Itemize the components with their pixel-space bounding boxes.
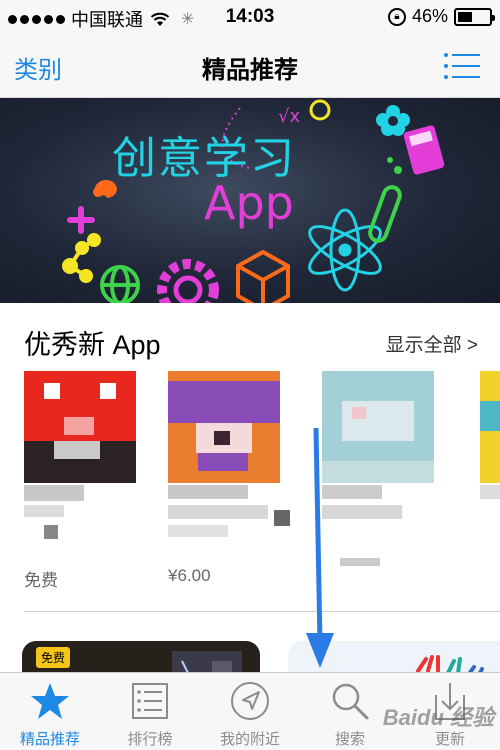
app-icon[interactable]	[480, 371, 500, 483]
categories-button[interactable]: 类别	[14, 50, 62, 85]
navigation-bar: 类别 精品推荐	[0, 34, 500, 98]
tab-label: 排行榜	[127, 731, 173, 748]
rotation-lock-icon: 🔒︎	[387, 7, 406, 26]
app-icon[interactable]	[24, 371, 136, 483]
tab-top-charts[interactable]: 排行榜	[100, 673, 200, 750]
battery-percent: 46%	[411, 6, 448, 26]
list-menu-icon[interactable]	[444, 52, 480, 80]
battery-icon	[454, 7, 495, 26]
star-icon	[31, 683, 69, 719]
tab-label: 精品推荐	[19, 731, 80, 748]
app-icon[interactable]	[168, 371, 280, 483]
app-price: ¥6.00	[168, 566, 211, 585]
scroll-down-arrow-annotation	[306, 428, 334, 668]
status-bar: 中国联通 ✳ 14:03 🔒︎ 46%	[0, 0, 500, 34]
location-arrow-icon	[231, 682, 269, 720]
see-all-link[interactable]: 显示全部 >	[386, 330, 478, 357]
banner-subtitle: App	[204, 176, 294, 230]
page-title: 精品推荐	[202, 57, 298, 84]
featured-banner[interactable]: √x 创意学习 App	[0, 98, 500, 303]
tab-label: 我的附近	[219, 731, 280, 748]
section-title: 优秀新 App	[24, 330, 161, 360]
tab-featured[interactable]: 精品推荐	[0, 673, 100, 750]
watermark: Baidu 经验	[382, 705, 494, 730]
app-price: 免费	[24, 571, 58, 590]
search-icon	[332, 683, 369, 720]
section-divider	[24, 611, 500, 612]
list-icon	[132, 683, 168, 719]
tab-near-me[interactable]: 我的附近	[200, 673, 300, 750]
battery-fill	[458, 11, 472, 22]
